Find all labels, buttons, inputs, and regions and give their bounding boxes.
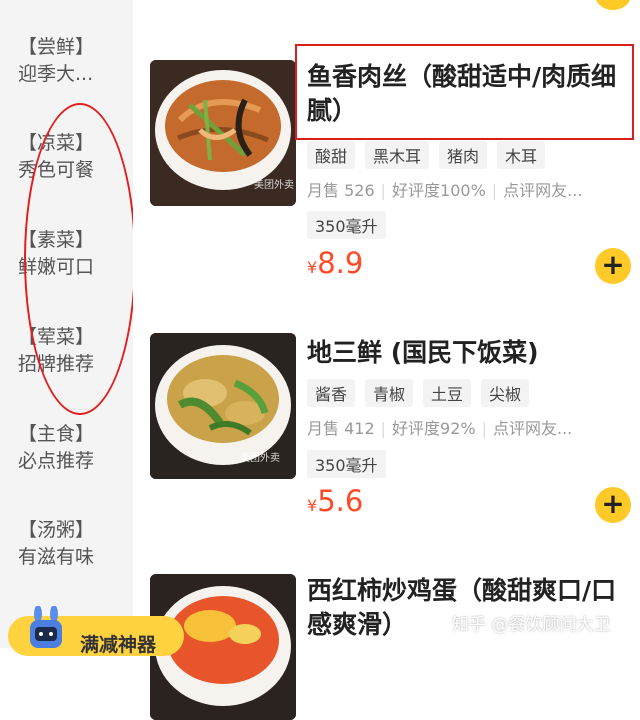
dish-tag: 猪肉 — [439, 141, 488, 169]
volume-badge: 350毫升 — [307, 211, 386, 239]
category-desc: 迎季大... — [18, 63, 94, 85]
dish-tags: 酸甜 黑木耳 猪肉 木耳 — [307, 141, 546, 169]
currency-symbol: ¥ — [307, 496, 318, 515]
dish-tag: 木耳 — [497, 141, 546, 169]
currency-symbol: ¥ — [307, 258, 318, 277]
annotation-box — [295, 44, 634, 140]
review-snippet: 点评网友... — [503, 181, 583, 200]
add-to-cart-button[interactable]: + — [595, 487, 631, 523]
dish-stats: 月售 412 | 好评度92% | 点评网友... — [307, 419, 573, 438]
dish-stats: 月售 526 | 好评度100% | 点评网友... — [307, 181, 583, 200]
monthly-sales: 月售 412 — [307, 419, 375, 438]
review-snippet: 点评网友... — [493, 419, 573, 438]
price-value: 8.9 — [317, 246, 364, 280]
category-name: 【主食】 — [18, 423, 95, 445]
category-name: 【尝鲜】 — [18, 36, 95, 58]
promo-button[interactable]: 满减神器 — [8, 606, 184, 656]
dish-image[interactable]: 美团外卖 — [150, 333, 296, 479]
price-value: 5.6 — [317, 484, 364, 518]
dish-tags: 酱香 青椒 土豆 尖椒 — [307, 379, 530, 407]
dish-tag: 青椒 — [365, 379, 414, 407]
watermark: 知乎 @餐饮顾问大卫 — [452, 615, 611, 635]
rabbit-icon — [30, 606, 62, 648]
svg-text:美团外卖: 美团外卖 — [240, 451, 280, 464]
dish-title[interactable]: 地三鲜 (国民下饭菜) — [307, 336, 637, 370]
volume-badge: 350毫升 — [307, 450, 386, 478]
promo-label: 满减神器 — [80, 634, 157, 656]
dish-tag: 酱香 — [307, 379, 356, 407]
category-desc: 有滋有味 — [18, 546, 95, 568]
category-name: 【汤粥】 — [18, 519, 95, 541]
monthly-sales: 月售 526 — [307, 181, 375, 200]
add-to-cart-button[interactable]: + — [595, 248, 631, 284]
dish-tag: 土豆 — [423, 379, 472, 407]
dish-tag: 尖椒 — [481, 379, 530, 407]
category-item-changxian[interactable]: 【尝鲜】 迎季大... — [18, 34, 128, 88]
rating: 好评度92% — [392, 419, 476, 438]
dish-tag: 黑木耳 — [365, 141, 430, 169]
dish-price: ¥8.9 — [307, 246, 363, 280]
category-desc: 必点推荐 — [18, 450, 95, 472]
svg-text:美团外卖: 美团外卖 — [254, 178, 294, 191]
add-button-partial[interactable] — [595, 0, 631, 10]
dish-price: ¥5.6 — [307, 484, 363, 518]
dish-image[interactable]: 美团外卖 — [150, 60, 296, 206]
annotation-oval — [24, 103, 136, 415]
dish-tag: 酸甜 — [307, 141, 356, 169]
category-item-zhushi[interactable]: 【主食】 必点推荐 — [18, 421, 128, 475]
rating: 好评度100% — [392, 181, 486, 200]
category-item-tangzhou[interactable]: 【汤粥】 有滋有味 — [18, 517, 128, 571]
